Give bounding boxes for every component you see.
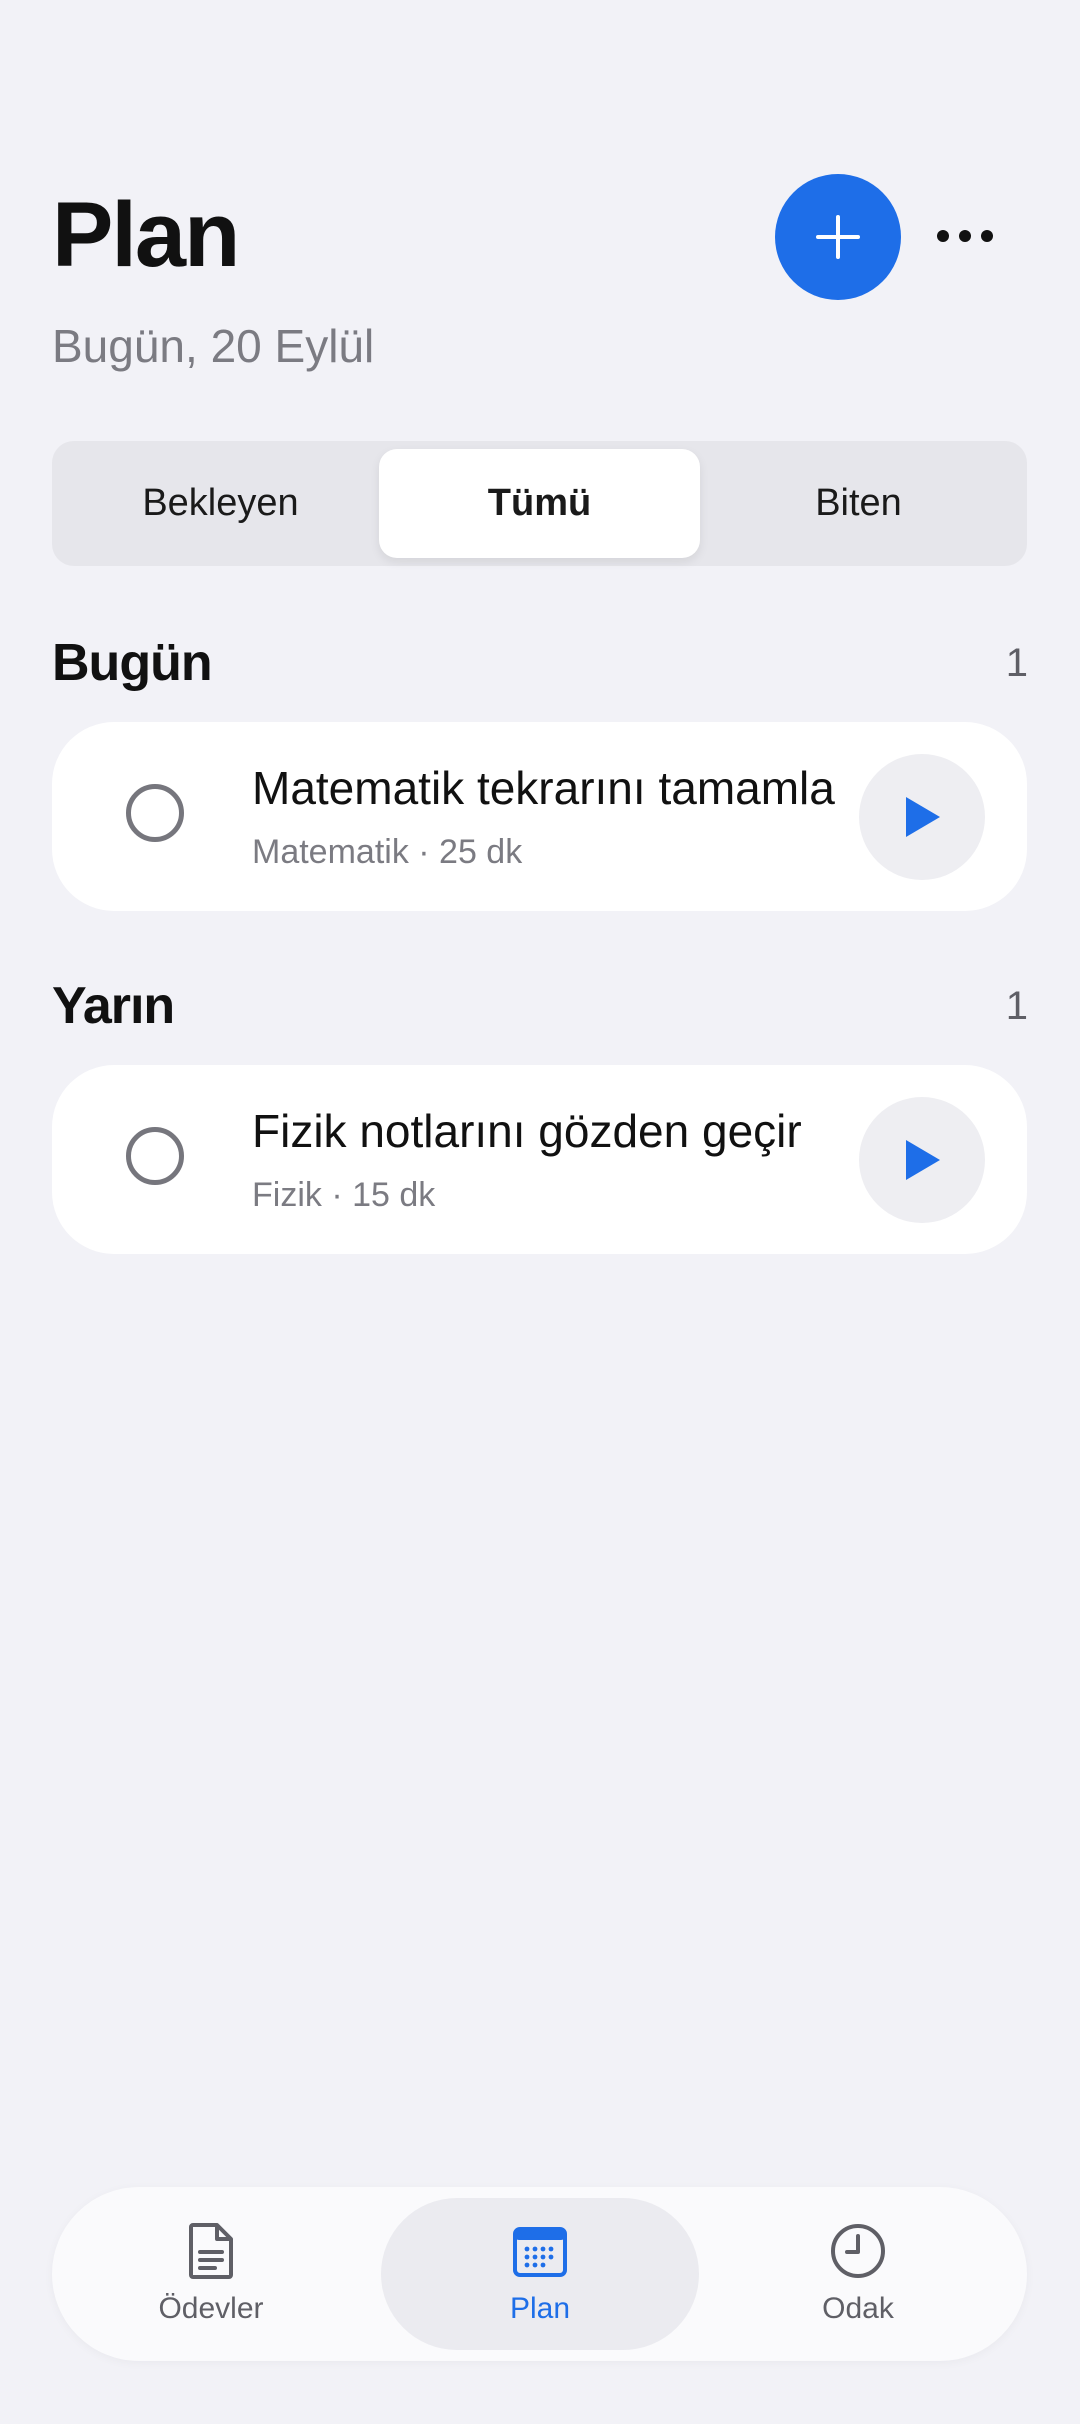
segment-done[interactable]: Biten bbox=[698, 449, 1019, 558]
page-subtitle: Bugün, 20 Eylül bbox=[52, 320, 375, 372]
plus-icon bbox=[816, 215, 860, 259]
section-count-tomorrow: 1 bbox=[1005, 984, 1028, 1028]
task-meta: Fizik · 15 dk bbox=[252, 1176, 436, 1214]
page-title: Plan bbox=[52, 184, 240, 286]
task-checkbox[interactable] bbox=[126, 784, 184, 842]
tab-assignments[interactable]: Ödevler bbox=[52, 2198, 370, 2350]
tab-focus[interactable]: Odak bbox=[699, 2198, 1017, 2350]
clock-icon bbox=[828, 2221, 888, 2281]
add-task-button[interactable] bbox=[775, 174, 901, 300]
document-icon bbox=[181, 2221, 241, 2281]
segment-pending[interactable]: Bekleyen bbox=[60, 449, 381, 558]
task-title: Fizik notlarını gözden geçir bbox=[252, 1105, 802, 1157]
section-title-tomorrow: Yarın bbox=[52, 977, 175, 1035]
play-icon bbox=[906, 1140, 940, 1180]
start-task-button[interactable] bbox=[859, 1097, 985, 1223]
tab-label: Plan bbox=[509, 2292, 571, 2325]
task-card[interactable]: Fizik notlarını gözden geçir Fizik · 15 … bbox=[52, 1065, 1027, 1254]
ellipsis-icon bbox=[937, 230, 993, 242]
filter-segmented-control: Bekleyen Tümü Biten bbox=[52, 441, 1027, 566]
task-checkbox[interactable] bbox=[126, 1127, 184, 1185]
more-options-button[interactable] bbox=[920, 196, 1010, 276]
section-title-today: Bugün bbox=[52, 634, 213, 692]
section-count-today: 1 bbox=[1005, 641, 1028, 685]
task-card[interactable]: Matematik tekrarını tamamla Matematik · … bbox=[52, 722, 1027, 911]
tab-label: Ödevler bbox=[158, 2292, 264, 2325]
tab-plan[interactable]: Plan bbox=[381, 2198, 699, 2350]
tab-label: Odak bbox=[822, 2292, 894, 2325]
segment-all[interactable]: Tümü bbox=[379, 449, 700, 558]
start-task-button[interactable] bbox=[859, 754, 985, 880]
task-meta: Matematik · 25 dk bbox=[252, 833, 523, 871]
task-title: Matematik tekrarını tamamla bbox=[252, 762, 835, 814]
bottom-tab-bar: Ödevler Plan Odak bbox=[52, 2187, 1027, 2361]
calendar-icon bbox=[510, 2221, 570, 2281]
play-icon bbox=[906, 797, 940, 837]
